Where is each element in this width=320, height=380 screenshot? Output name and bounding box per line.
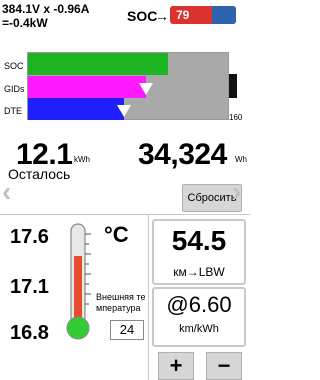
battery-status: 384.1V x -0.96A =-0.4kW — [2, 2, 89, 30]
range-unit: км→LBW — [173, 265, 225, 279]
voltage-current-readout: 384.1V x -0.96A — [2, 2, 90, 16]
gauge-label-gids: GIDs — [4, 84, 25, 94]
remaining-label: Осталось — [8, 166, 71, 182]
chevron-right-icon[interactable]: › — [232, 176, 241, 208]
range-card: 54.5 км→LBW — [152, 219, 246, 285]
gids-marker-icon — [139, 83, 153, 95]
kwh-unit: kWh — [74, 155, 90, 164]
temp-value-avg: 17.1 — [10, 276, 49, 298]
outside-temp-label: Внешняя те мпература — [96, 292, 154, 314]
efficiency-card: @6.60 km/kWh — [152, 287, 246, 347]
temp-value-max: 17.6 — [10, 226, 49, 248]
gauge-label-dte: DTE — [4, 106, 22, 116]
wh-unit: Wh — [235, 155, 247, 164]
decrease-button[interactable]: − — [206, 352, 242, 380]
dte-bar — [28, 98, 124, 120]
power-readout: =-0.4kW — [2, 16, 48, 30]
section-divider — [0, 214, 250, 215]
watermark-logo — [212, 6, 236, 24]
outside-temp-label-line2: мпература — [96, 303, 141, 313]
soc-bar — [28, 53, 168, 75]
thermometer-icon — [66, 223, 91, 340]
thermometer-ticks — [85, 233, 91, 305]
chevron-left-icon[interactable]: ‹ — [2, 176, 11, 208]
temp-unit: °C — [104, 222, 129, 247]
thermometer-fill — [74, 256, 82, 324]
battery-gauge — [27, 52, 229, 120]
efficiency-value: @6.60 — [166, 292, 232, 317]
soc-label: SOC — [127, 8, 158, 24]
dte-marker-icon — [117, 105, 131, 117]
gauge-label-soc: SOC — [4, 61, 24, 71]
outside-temp-label-line1: Внешняя те — [96, 292, 146, 302]
soc-arrow: → — [155, 8, 169, 24]
outside-temp-field[interactable]: 24 — [110, 320, 144, 340]
soc-value: 79 — [176, 8, 190, 22]
battery-terminal-icon — [229, 74, 237, 98]
remaining-wh-value: 34,324 — [138, 138, 227, 171]
gauge-max-label: 160 — [229, 113, 243, 122]
increase-button[interactable]: + — [158, 352, 194, 380]
soc-value-badge: 79 — [170, 6, 236, 24]
efficiency-unit: km/kWh — [179, 323, 219, 335]
thermometer-bulb — [66, 316, 90, 340]
temp-value-min: 16.8 — [10, 322, 49, 344]
gids-bar — [28, 76, 146, 98]
range-value: 54.5 — [171, 225, 227, 256]
